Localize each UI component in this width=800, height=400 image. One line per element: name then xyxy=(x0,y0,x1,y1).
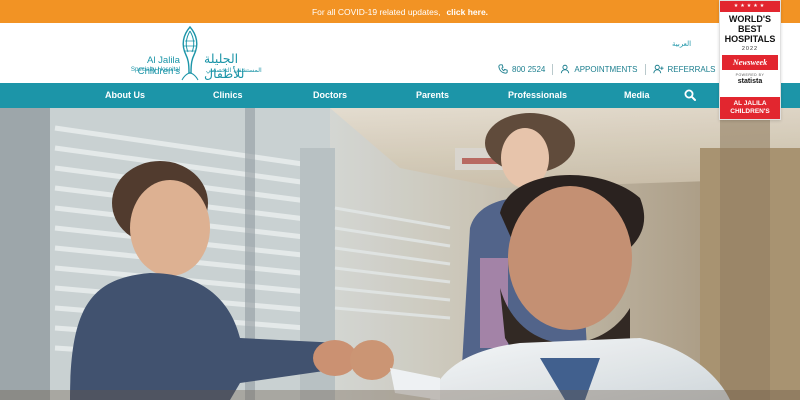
appointments-label: APPOINTMENTS xyxy=(574,64,638,74)
site-logo[interactable]: Al Jalila Children's Specialty Hospital … xyxy=(102,23,282,83)
search-icon[interactable] xyxy=(684,89,696,101)
utility-links: 800 2524 APPOINTMENTS REFERRALS xyxy=(498,62,716,76)
covid-banner: For all COVID-19 related updates, click … xyxy=(0,0,800,23)
award-title: WORLD'S BEST HOSPITALS xyxy=(724,14,776,44)
phone-icon xyxy=(498,64,508,74)
covid-click-here-link[interactable]: click here. xyxy=(446,7,488,17)
nav-item-media[interactable]: Media xyxy=(624,83,650,108)
covid-banner-text: For all COVID-19 related updates, xyxy=(311,6,441,17)
award-year: 2022 xyxy=(741,46,759,52)
statista-logo: statista xyxy=(737,78,763,85)
newsweek-logo: Newsweek xyxy=(722,55,778,70)
main-nav: About Us Clinics Doctors Parents Profess… xyxy=(0,83,800,108)
award-powered-by: POWERED BY xyxy=(735,73,765,77)
nav-item-about-us[interactable]: About Us xyxy=(105,83,145,108)
arabic-language-link[interactable]: العربية xyxy=(672,40,691,48)
hero-image xyxy=(0,108,800,400)
nav-item-professionals[interactable]: Professionals xyxy=(508,83,567,108)
award-hospital-name: AL JALILA CHILDREN'S xyxy=(720,97,780,119)
phone-link[interactable]: 800 2524 xyxy=(498,64,545,74)
award-stars: ★★★★★ xyxy=(720,1,780,12)
hero-photo xyxy=(0,108,800,400)
logo-subtitle-ar: المستشفى التخصصي xyxy=(206,67,262,74)
appointments-link[interactable]: APPOINTMENTS xyxy=(560,64,638,74)
utility-divider xyxy=(552,63,554,75)
logo-subtitle-en: Specialty Hospital xyxy=(130,66,180,73)
phone-number: 800 2524 xyxy=(512,64,546,74)
newsweek-award-badge[interactable]: ★★★★★ WORLD'S BEST HOSPITALS 2022 Newswe… xyxy=(719,0,781,120)
user-plus-icon xyxy=(652,64,663,74)
logo-name-ar: الجليلة للأطفال xyxy=(204,51,245,81)
referrals-link[interactable]: REFERRALS xyxy=(652,64,716,74)
site-header: Al Jalila Children's Specialty Hospital … xyxy=(0,23,800,83)
nav-item-parents[interactable]: Parents xyxy=(416,83,449,108)
user-icon xyxy=(561,64,570,74)
nav-item-clinics[interactable]: Clinics xyxy=(213,83,243,108)
nav-item-doctors[interactable]: Doctors xyxy=(313,83,347,108)
utility-divider xyxy=(644,63,646,75)
logo-mark-icon xyxy=(181,25,199,81)
referrals-label: REFERRALS xyxy=(667,64,716,74)
